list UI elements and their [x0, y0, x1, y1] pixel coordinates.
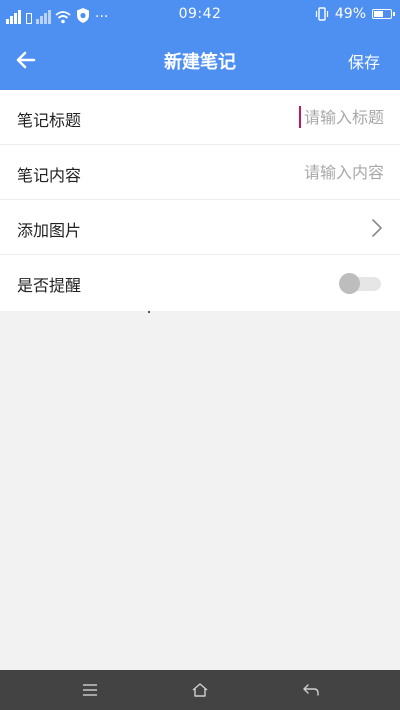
vibrate-icon [315, 7, 328, 21]
home-icon [192, 683, 208, 697]
add-image-label: 添加图片 [17, 221, 82, 240]
page-title: 新建笔记 [164, 52, 236, 73]
back-icon [303, 684, 319, 696]
toggle-thumb [339, 273, 360, 294]
status-icons-right: 49% [315, 6, 395, 22]
add-image-row[interactable]: 添加图片 [0, 200, 400, 255]
reminder-row: 是否提醒 [0, 255, 400, 311]
back-button[interactable] [10, 44, 42, 76]
dot-artifact [148, 311, 150, 313]
battery-icon [372, 9, 395, 19]
note-content-row: 笔记内容 [0, 145, 400, 200]
note-form: 笔记标题 笔记内容 添加图片 是否提醒 [0, 90, 400, 311]
status-bar: ··· 09:42 49% [0, 0, 400, 30]
system-back-button[interactable] [299, 678, 323, 702]
battery-percent: 49% [334, 6, 366, 22]
home-button[interactable] [188, 678, 212, 702]
chevron-right-icon [372, 219, 382, 237]
title-bar: 新建笔记 保存 [0, 30, 400, 90]
menu-button[interactable] [78, 678, 102, 702]
note-title-row: 笔记标题 [0, 90, 400, 145]
menu-icon [83, 684, 97, 696]
save-button[interactable]: 保存 [348, 49, 380, 73]
note-content-input[interactable] [234, 159, 384, 185]
note-title-input[interactable] [234, 104, 384, 130]
navigation-bar [0, 670, 400, 710]
note-content-label: 笔记内容 [17, 166, 82, 185]
content-area [0, 311, 400, 670]
battery-level [374, 11, 383, 17]
arrow-left-icon [16, 51, 36, 69]
note-title-label: 笔记标题 [17, 111, 82, 130]
reminder-toggle[interactable] [339, 273, 381, 294]
reminder-label: 是否提醒 [17, 276, 82, 295]
